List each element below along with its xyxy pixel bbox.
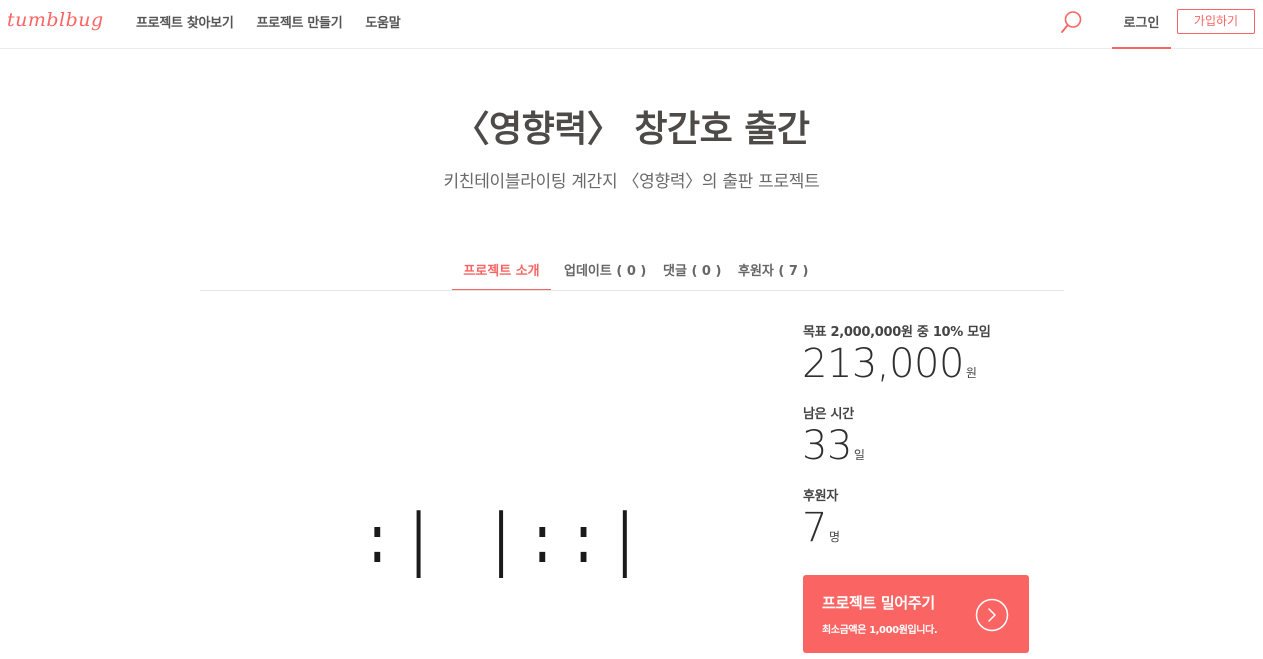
- tab-backers[interactable]: 후원자 ( 7 ): [738, 260, 808, 291]
- search-icon[interactable]: [1058, 9, 1084, 37]
- goal-label: 목표 2,000,000원 중 10% 모임: [803, 325, 991, 340]
- tab-comments[interactable]: 댓글 ( 0 ): [663, 260, 721, 291]
- time-left-unit: 일: [853, 448, 865, 462]
- nav-create[interactable]: 프로젝트 만들기: [257, 12, 343, 31]
- backers-count-value: 7: [802, 505, 827, 551]
- main-nav: 프로젝트 찾아보기 프로젝트 만들기 도움말: [136, 12, 401, 31]
- funded-amount: 213,000 원: [802, 341, 977, 387]
- funded-amount-value: 213,000: [802, 341, 964, 387]
- logo[interactable]: tumblbug: [7, 9, 104, 31]
- time-left: 33 일: [802, 423, 865, 469]
- media-logo-text: :| |::|: [363, 500, 652, 579]
- backers-count: 7명: [802, 505, 840, 551]
- project-media[interactable]: :| |::|: [290, 320, 670, 650]
- cta-title: 프로젝트 밀어주기: [822, 594, 935, 612]
- project-title: 〈영향력〉 창간호 출간: [453, 109, 810, 150]
- time-left-label: 남은 시간: [803, 407, 854, 422]
- funded-amount-unit: 원: [965, 366, 977, 380]
- cta-min-amount: 최소금액은 1,000원입니다.: [822, 625, 938, 636]
- chevron-right-circle-icon: [975, 598, 1009, 632]
- tab-updates[interactable]: 업데이트 ( 0 ): [564, 260, 646, 291]
- tabs-divider: [200, 290, 1064, 291]
- tab-intro[interactable]: 프로젝트 소개: [452, 260, 551, 291]
- backers-count-unit: 명: [828, 530, 840, 544]
- backers-label: 후원자: [803, 489, 838, 504]
- signup-button[interactable]: 가입하기: [1177, 9, 1255, 34]
- nav-explore[interactable]: 프로젝트 찾아보기: [136, 12, 234, 31]
- top-header: tumblbug 프로젝트 찾아보기 프로젝트 만들기 도움말 로그인 가입하기: [0, 0, 1263, 49]
- nav-help[interactable]: 도움말: [365, 12, 400, 31]
- time-left-value: 33: [802, 423, 852, 469]
- login-button[interactable]: 로그인: [1112, 0, 1171, 49]
- project-subtitle: 키친테이블라이팅 계간지 〈영향력〉의 출판 프로젝트: [443, 172, 820, 192]
- back-project-button[interactable]: 프로젝트 밀어주기 최소금액은 1,000원입니다.: [803, 575, 1029, 653]
